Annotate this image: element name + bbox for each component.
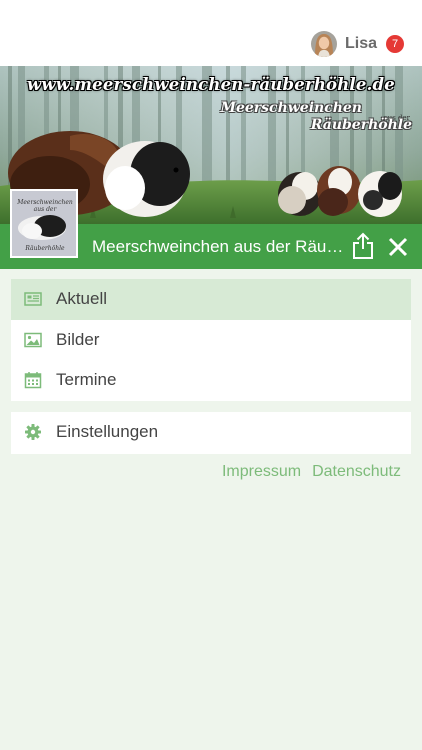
menu-item-aktuell[interactable]: Aktuell <box>11 279 411 320</box>
banner-title-line2: Räuberhöhle <box>310 117 412 133</box>
avatar[interactable] <box>310 31 337 57</box>
user-name[interactable]: Lisa <box>345 35 377 53</box>
image-icon <box>24 332 42 347</box>
page-title: Meerschweinchen aus der Räuberhöhle <box>92 237 344 256</box>
newspaper-icon <box>24 292 42 306</box>
share-icon[interactable] <box>351 232 375 260</box>
menu-item-label: Aktuell <box>56 289 108 308</box>
menu-item-label: Bilder <box>56 329 100 349</box>
datenschutz-link[interactable]: Datenschutz <box>312 463 401 481</box>
calendar-icon <box>24 372 42 389</box>
menu-item-label: Termine <box>56 370 117 389</box>
settings-menu: Einstellungen <box>11 412 411 454</box>
footer-links: Impressum Datenschutz <box>222 463 401 481</box>
logo-text-bottom: Räuberhöhle <box>25 245 65 252</box>
banner-url-text: www.meerschweinchen-räuberhöhle.de <box>27 75 395 94</box>
banner-title-line1: Meerschweinchen <box>220 100 362 116</box>
menu-item-termine[interactable]: Termine <box>11 360 411 401</box>
gear-icon <box>25 424 41 440</box>
logo-text-top: Meerschweinchen aus der <box>17 199 73 213</box>
club-logo: Meerschweinchen aus der Räuberhöhle <box>10 189 78 258</box>
main-menu: Aktuell Bilder Termine <box>11 279 411 401</box>
notification-badge[interactable]: 7 <box>386 35 404 53</box>
menu-item-einstellungen[interactable]: Einstellungen <box>11 412 411 453</box>
menu-item-bilder[interactable]: Bilder <box>11 320 411 361</box>
top-bar: Lisa 7 <box>0 0 422 66</box>
close-icon[interactable] <box>386 235 410 259</box>
menu-item-label: Einstellungen <box>56 422 159 441</box>
impressum-link[interactable]: Impressum <box>222 463 301 481</box>
user-menu[interactable]: Lisa 7 <box>310 30 404 58</box>
